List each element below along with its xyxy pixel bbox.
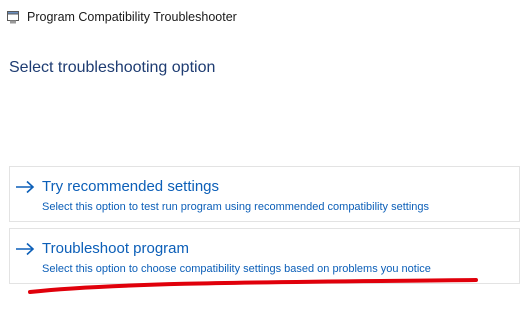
option-title: Troubleshoot program <box>42 240 190 257</box>
option-title: Try recommended settings <box>42 178 220 195</box>
option-description: Select this option to test run program u… <box>42 201 430 213</box>
title-bar: Program Compatibility Troubleshooter <box>0 0 526 34</box>
option-description: Select this option to choose compatibili… <box>42 263 431 275</box>
window-title: Program Compatibility Troubleshooter <box>27 10 237 24</box>
page-heading: Select troubleshooting option <box>9 59 216 76</box>
arrow-right-icon <box>16 242 35 256</box>
option-try-recommended-settings[interactable]: Try recommended settings Select this opt… <box>9 166 520 222</box>
troubleshooter-app-icon <box>7 11 19 24</box>
arrow-right-icon <box>16 180 35 194</box>
option-troubleshoot-program[interactable]: Troubleshoot program Select this option … <box>9 228 520 284</box>
